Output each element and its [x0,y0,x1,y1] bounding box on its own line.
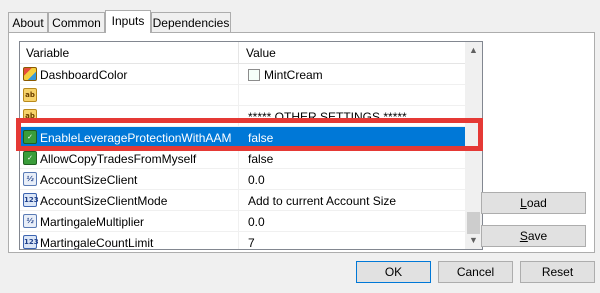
value-text: ***** OTHER SETTINGS ***** [248,110,407,124]
variable-cell: ab [20,106,239,127]
tab-dependencies[interactable]: Dependencies [151,12,231,32]
grid-row[interactable]: 123 AccountSizeClientMode Add to current… [20,190,465,211]
value-cell[interactable]: ***** OTHER SETTINGS ***** [240,106,465,127]
scroll-up-icon[interactable]: ▲ [465,42,482,59]
save-button[interactable]: Save [481,225,586,247]
tab-about[interactable]: About [8,12,48,32]
variable-cell: 123 MartingaleCountLimit [20,232,239,250]
grid-header: Variable Value [20,42,465,64]
inputs-grid: Variable Value DashboardColor MintCream … [19,41,483,250]
variable-cell: DashboardColor [20,64,239,85]
value-cell[interactable]: false [240,127,465,148]
value-cell[interactable]: 0.0 [240,211,465,232]
save-accelerator: S [519,229,528,243]
variable-cell: ½ AccountSizeClient [20,169,239,190]
color-icon [23,67,37,81]
variable-cell: ✓ EnableLeverageProtectionWithAAM [20,127,239,148]
int-icon: 123 [23,193,39,207]
load-button[interactable]: Load [481,192,586,214]
tab-dependencies-label: Dependencies [152,16,230,30]
tab-common-label: Common [52,16,101,30]
value-text: MintCream [264,68,323,82]
variable-name: AccountSizeClient [40,173,138,187]
value-cell[interactable]: 0.0 [240,169,465,190]
tab-about-label: About [12,16,44,30]
scroll-thumb[interactable] [467,212,480,234]
bool-icon: ✓ [23,151,37,165]
ok-button[interactable]: OK [356,261,431,283]
scroll-down-icon[interactable]: ▼ [465,232,482,249]
grid-row[interactable]: DashboardColor MintCream [20,64,465,85]
color-swatch [248,69,260,81]
value-text: 0.0 [248,173,265,187]
tab-common[interactable]: Common [48,12,105,32]
value-text: false [248,152,274,166]
vertical-scrollbar[interactable]: ▲ ▼ [465,42,482,249]
grid-row[interactable]: ab ***** OTHER SETTINGS ***** [20,106,465,127]
variable-name: MartingaleCountLimit [40,236,154,250]
load-label: oad [526,196,547,210]
string-icon: ab [23,109,37,123]
variable-name: AccountSizeClientMode [40,194,168,208]
grid-row[interactable]: ✓ AllowCopyTradesFromMyself false [20,148,465,169]
value-cell[interactable]: MintCream [240,64,465,85]
variable-name: EnableLeverageProtectionWithAAM [40,131,232,145]
save-label: ave [527,229,548,243]
tab-inputs[interactable]: Inputs [105,10,151,33]
double-icon: ½ [23,214,37,228]
inputs-panel: Variable Value DashboardColor MintCream … [8,32,595,253]
value-cell[interactable] [240,85,465,106]
bool-icon: ✓ [23,130,37,144]
int-icon: 123 [23,235,39,249]
value-text: Add to current Account Size [248,194,397,208]
double-icon: ½ [23,172,37,186]
reset-button[interactable]: Reset [520,261,595,283]
grid-row[interactable]: ab [20,85,465,106]
variable-cell: ab [20,85,239,106]
value-cell[interactable]: false [240,148,465,169]
variable-name: MartingaleMultiplier [40,215,145,229]
variable-cell: ✓ AllowCopyTradesFromMyself [20,148,239,169]
value-text: false [248,131,274,145]
variable-name: AllowCopyTradesFromMyself [40,152,197,166]
value-cell[interactable]: Add to current Account Size [240,190,465,211]
string-icon: ab [23,88,37,102]
value-cell[interactable]: 7 [240,232,465,250]
variable-name: DashboardColor [40,68,128,82]
grid-row[interactable]: ½ MartingaleMultiplier 0.0 [20,211,465,232]
grid-row-selected[interactable]: ✓ EnableLeverageProtectionWithAAM false [20,127,465,148]
value-text: 0.0 [248,215,265,229]
variable-cell: ½ MartingaleMultiplier [20,211,239,232]
grid-row[interactable]: ½ AccountSizeClient 0.0 [20,169,465,190]
variable-cell: 123 AccountSizeClientMode [20,190,239,211]
column-header-value[interactable]: Value [240,42,465,64]
grid-row[interactable]: 123 MartingaleCountLimit 7 [20,232,465,250]
value-text: 7 [248,236,255,250]
cancel-button[interactable]: Cancel [438,261,513,283]
tab-inputs-label: Inputs [111,14,145,28]
column-header-variable[interactable]: Variable [20,42,239,64]
load-accelerator: L [520,196,527,210]
